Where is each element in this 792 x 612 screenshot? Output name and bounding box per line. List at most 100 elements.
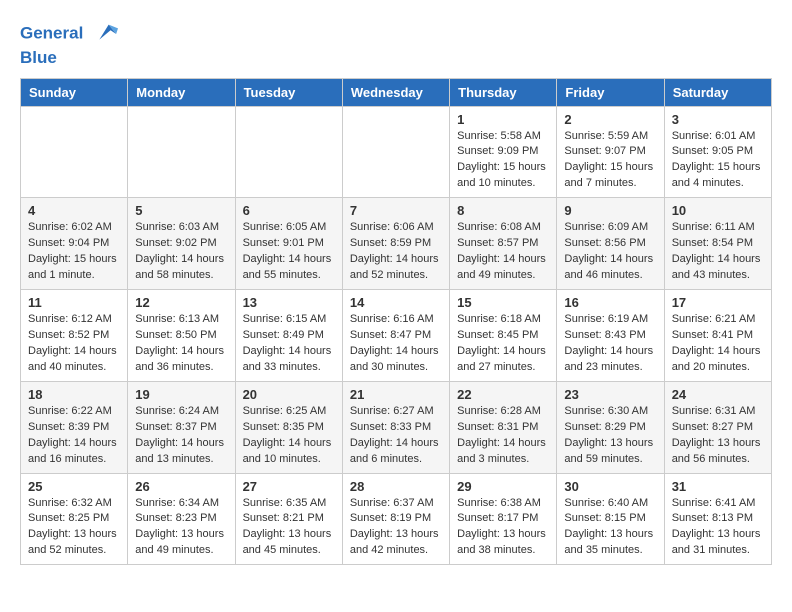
calendar-cell: 30Sunrise: 6:40 AMSunset: 8:15 PMDayligh… (557, 473, 664, 565)
day-number: 17 (672, 295, 764, 310)
calendar-cell (21, 106, 128, 198)
day-info: Sunrise: 6:31 AMSunset: 8:27 PMDaylight:… (672, 404, 764, 468)
calendar-cell: 9 Sunrise: 6:09 AMSunset: 8:56 PMDaylight… (557, 198, 664, 290)
day-number: 26 (135, 479, 227, 494)
day-info: Sunrise: 6:25 AMSunset: 8:35 PMDaylight:… (243, 404, 335, 468)
calendar-cell: 4 Sunrise: 6:02 AMSunset: 9:04 PMDaylight… (21, 198, 128, 290)
calendar-cell: 12 Sunrise: 6:13 AMSunset: 8:50 PMDayligh… (128, 290, 235, 382)
day-info: Sunrise: 6:28 AMSunset: 8:31 PMDaylight:… (457, 404, 549, 468)
logo-blue: Blue (20, 48, 118, 68)
day-number: 12 (135, 295, 227, 310)
week-row-3: 11 Sunrise: 6:12 AMSunset: 8:52 PMDayligh… (21, 290, 772, 382)
day-info: Sunrise: 6:35 AMSunset: 8:21 PMDaylight:… (243, 496, 335, 560)
calendar-cell: 21 Sunrise: 6:27 AMSunset: 8:33 PMDayligh… (342, 381, 449, 473)
calendar-cell: 16 Sunrise: 6:19 AMSunset: 8:43 PMDayligh… (557, 290, 664, 382)
day-info: Sunrise: 6:19 AMSunset: 8:43 PMDaylight:… (564, 312, 656, 376)
calendar-cell: 3 Sunrise: 6:01 AMSunset: 9:05 PMDaylight… (664, 106, 771, 198)
calendar-cell: 6 Sunrise: 6:05 AMSunset: 9:01 PMDaylight… (235, 198, 342, 290)
day-number: 2 (564, 112, 656, 127)
day-number: 8 (457, 203, 549, 218)
logo-bird-icon (90, 20, 118, 48)
calendar-cell: 14 Sunrise: 6:16 AMSunset: 8:47 PMDayligh… (342, 290, 449, 382)
day-number: 9 (564, 203, 656, 218)
day-info: Sunrise: 6:37 AMSunset: 8:19 PMDaylight:… (350, 496, 442, 560)
calendar-cell: 20 Sunrise: 6:25 AMSunset: 8:35 PMDayligh… (235, 381, 342, 473)
day-info: Sunrise: 6:15 AMSunset: 8:49 PMDaylight:… (243, 312, 335, 376)
calendar-cell: 5Sunrise: 6:03 AMSunset: 9:02 PMDaylight… (128, 198, 235, 290)
day-info: Sunrise: 6:18 AMSunset: 8:45 PMDaylight:… (457, 312, 549, 376)
weekday-header-friday: Friday (557, 78, 664, 106)
day-info: Sunrise: 6:01 AMSunset: 9:05 PMDaylight:… (672, 129, 764, 193)
weekday-header-wednesday: Wednesday (342, 78, 449, 106)
day-info: Sunrise: 6:16 AMSunset: 8:47 PMDaylight:… (350, 312, 442, 376)
calendar-cell: 27 Sunrise: 6:35 AMSunset: 8:21 PMDayligh… (235, 473, 342, 565)
day-number: 5 (135, 203, 227, 218)
day-number: 20 (243, 387, 335, 402)
calendar-cell: 23 Sunrise: 6:30 AMSunset: 8:29 PMDayligh… (557, 381, 664, 473)
day-info: Sunrise: 5:58 AMSunset: 9:09 PMDaylight:… (457, 129, 549, 193)
day-number: 18 (28, 387, 120, 402)
day-number: 1 (457, 112, 549, 127)
calendar-cell: 15 Sunrise: 6:18 AMSunset: 8:45 PMDayligh… (450, 290, 557, 382)
logo-general: General (20, 23, 83, 42)
day-number: 4 (28, 203, 120, 218)
page-header: General Blue (20, 20, 772, 68)
day-number: 23 (564, 387, 656, 402)
day-number: 14 (350, 295, 442, 310)
calendar-cell (128, 106, 235, 198)
week-row-2: 4 Sunrise: 6:02 AMSunset: 9:04 PMDaylight… (21, 198, 772, 290)
day-info: Sunrise: 6:08 AMSunset: 8:57 PMDaylight:… (457, 220, 549, 284)
week-row-5: 25Sunrise: 6:32 AMSunset: 8:25 PMDayligh… (21, 473, 772, 565)
calendar-cell: 24 Sunrise: 6:31 AMSunset: 8:27 PMDayligh… (664, 381, 771, 473)
day-number: 11 (28, 295, 120, 310)
day-info: Sunrise: 5:59 AMSunset: 9:07 PMDaylight:… (564, 129, 656, 193)
calendar-cell: 28 Sunrise: 6:37 AMSunset: 8:19 PMDayligh… (342, 473, 449, 565)
calendar-cell: 10Sunrise: 6:11 AMSunset: 8:54 PMDayligh… (664, 198, 771, 290)
calendar-cell (342, 106, 449, 198)
day-number: 24 (672, 387, 764, 402)
day-number: 29 (457, 479, 549, 494)
day-info: Sunrise: 6:02 AMSunset: 9:04 PMDaylight:… (28, 220, 120, 284)
day-info: Sunrise: 6:21 AMSunset: 8:41 PMDaylight:… (672, 312, 764, 376)
day-info: Sunrise: 6:06 AMSunset: 8:59 PMDaylight:… (350, 220, 442, 284)
logo: General Blue (20, 20, 118, 68)
calendar-cell: 13Sunrise: 6:15 AMSunset: 8:49 PMDayligh… (235, 290, 342, 382)
weekday-header-monday: Monday (128, 78, 235, 106)
calendar-cell: 17 Sunrise: 6:21 AMSunset: 8:41 PMDayligh… (664, 290, 771, 382)
day-number: 7 (350, 203, 442, 218)
week-row-1: 1 Sunrise: 5:58 AMSunset: 9:09 PMDaylight… (21, 106, 772, 198)
weekday-header-saturday: Saturday (664, 78, 771, 106)
weekday-header-tuesday: Tuesday (235, 78, 342, 106)
day-number: 3 (672, 112, 764, 127)
calendar-cell: 22 Sunrise: 6:28 AMSunset: 8:31 PMDayligh… (450, 381, 557, 473)
day-info: Sunrise: 6:40 AMSunset: 8:15 PMDaylight:… (564, 496, 656, 560)
calendar-cell: 18 Sunrise: 6:22 AMSunset: 8:39 PMDayligh… (21, 381, 128, 473)
weekday-header-row: SundayMondayTuesdayWednesdayThursdayFrid… (21, 78, 772, 106)
day-number: 19 (135, 387, 227, 402)
day-info: Sunrise: 6:27 AMSunset: 8:33 PMDaylight:… (350, 404, 442, 468)
day-number: 6 (243, 203, 335, 218)
weekday-header-thursday: Thursday (450, 78, 557, 106)
day-info: Sunrise: 6:32 AMSunset: 8:25 PMDaylight:… (28, 496, 120, 560)
weekday-header-sunday: Sunday (21, 78, 128, 106)
day-info: Sunrise: 6:12 AMSunset: 8:52 PMDaylight:… (28, 312, 120, 376)
calendar-cell: 26 Sunrise: 6:34 AMSunset: 8:23 PMDayligh… (128, 473, 235, 565)
calendar-cell (235, 106, 342, 198)
calendar-cell: 31Sunrise: 6:41 AMSunset: 8:13 PMDayligh… (664, 473, 771, 565)
day-number: 22 (457, 387, 549, 402)
day-info: Sunrise: 6:24 AMSunset: 8:37 PMDaylight:… (135, 404, 227, 468)
day-info: Sunrise: 6:34 AMSunset: 8:23 PMDaylight:… (135, 496, 227, 560)
day-info: Sunrise: 6:09 AMSunset: 8:56 PMDaylight:… (564, 220, 656, 284)
calendar-cell: 7 Sunrise: 6:06 AMSunset: 8:59 PMDaylight… (342, 198, 449, 290)
day-number: 28 (350, 479, 442, 494)
day-info: Sunrise: 6:05 AMSunset: 9:01 PMDaylight:… (243, 220, 335, 284)
day-number: 15 (457, 295, 549, 310)
day-info: Sunrise: 6:22 AMSunset: 8:39 PMDaylight:… (28, 404, 120, 468)
day-number: 21 (350, 387, 442, 402)
day-info: Sunrise: 6:38 AMSunset: 8:17 PMDaylight:… (457, 496, 549, 560)
calendar-cell: 2 Sunrise: 5:59 AMSunset: 9:07 PMDaylight… (557, 106, 664, 198)
day-info: Sunrise: 6:13 AMSunset: 8:50 PMDaylight:… (135, 312, 227, 376)
day-info: Sunrise: 6:30 AMSunset: 8:29 PMDaylight:… (564, 404, 656, 468)
day-number: 27 (243, 479, 335, 494)
day-number: 16 (564, 295, 656, 310)
